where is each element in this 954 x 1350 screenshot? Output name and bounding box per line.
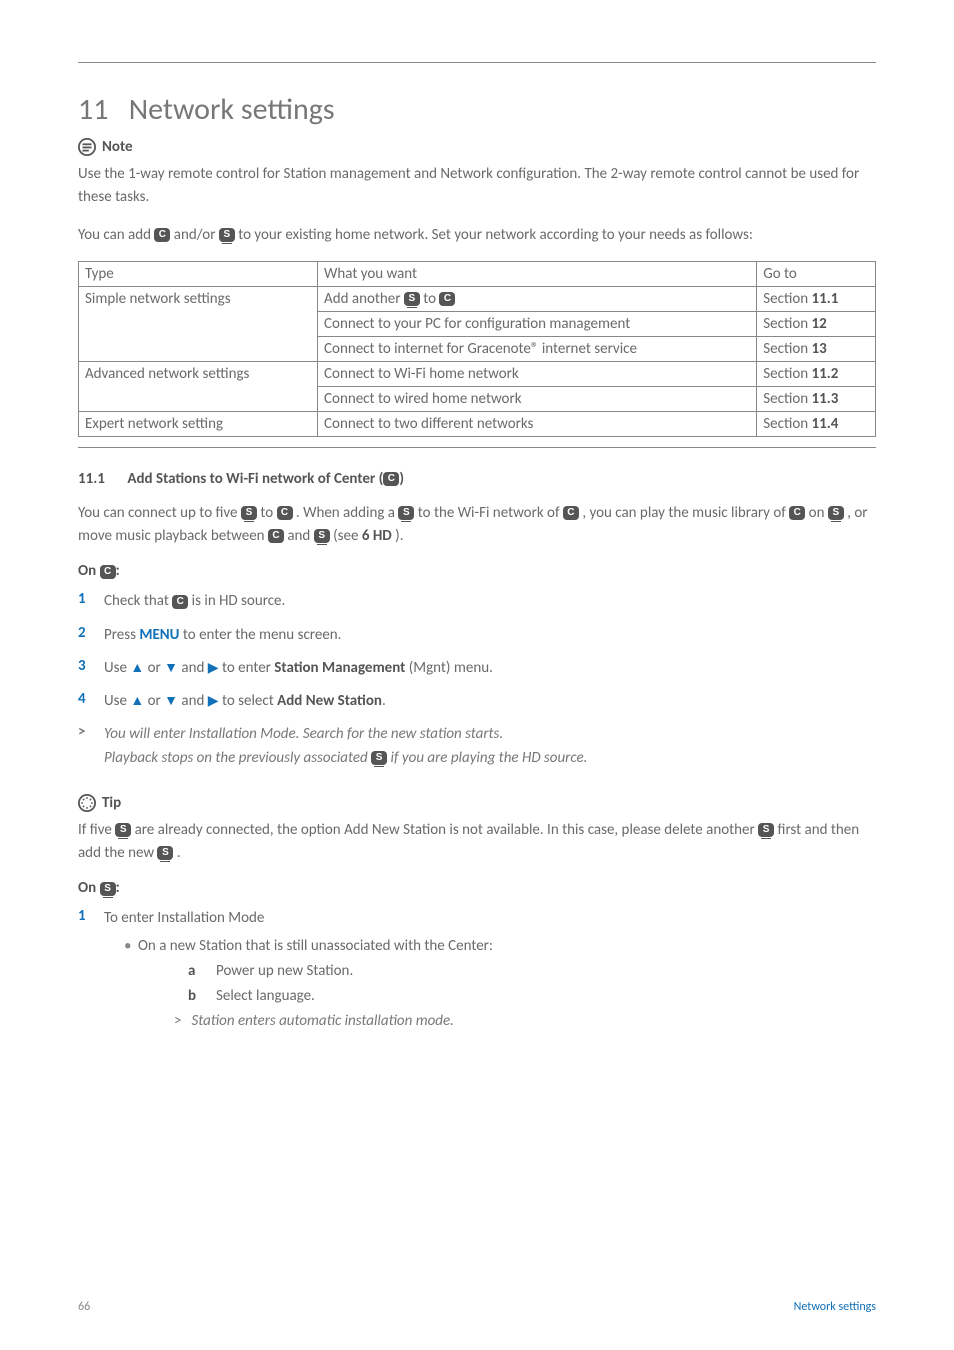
cell-what: Connect to two different networks xyxy=(318,411,757,436)
footer-section: Network settings xyxy=(794,1300,876,1314)
page-number: 66 xyxy=(78,1300,90,1314)
up-arrow-icon: ▲ xyxy=(130,659,144,676)
tip-label: Tip xyxy=(102,794,121,812)
result-marker: > xyxy=(78,723,90,741)
table-row: Type What you want Go to xyxy=(79,261,876,286)
tip-heading: Tip xyxy=(78,794,121,812)
chapter-title: 11 Network settings xyxy=(78,91,876,128)
sub-bullet-list: On a new Station that is still unassocia… xyxy=(104,935,876,1034)
note-text-2c: to your existing home network. Set your … xyxy=(238,226,753,244)
list-item: 2 Press MENU to enter the menu screen. xyxy=(78,624,876,647)
right-arrow-icon: ▶ xyxy=(208,659,219,676)
center-badge-icon: C xyxy=(563,506,579,520)
station-badge-icon: S xyxy=(219,228,235,242)
station-badge-icon: S xyxy=(371,751,387,765)
step-number: 3 xyxy=(78,657,90,675)
table-row: Simple network settings Add another S to… xyxy=(79,286,876,311)
th-type: Type xyxy=(79,261,318,286)
center-badge-icon: C xyxy=(100,565,116,579)
up-arrow-icon: ▲ xyxy=(130,692,144,709)
station-badge-icon: S xyxy=(398,506,414,520)
on-c-label: On C: xyxy=(78,562,876,580)
center-badge-icon: C xyxy=(277,506,293,520)
page-footer: 66 Network settings xyxy=(78,1300,876,1314)
chapter-title-text: Network settings xyxy=(129,91,335,128)
note-text-1: Use the 1-way remote control for Station… xyxy=(78,163,876,210)
step-number: 1 xyxy=(78,907,90,925)
center-badge-icon: C xyxy=(789,506,805,520)
center-badge-icon: C xyxy=(172,595,188,609)
station-badge-icon: S xyxy=(314,529,330,543)
cell-goto: Section 11.4 xyxy=(757,411,876,436)
station-badge-icon: S xyxy=(828,506,844,520)
note-heading: Note xyxy=(78,138,133,156)
cell-goto: Section 11.2 xyxy=(757,361,876,386)
list-item: On a new Station that is still unassocia… xyxy=(124,935,876,1034)
note-text-2b: and/or xyxy=(174,226,219,244)
note-text-2: You can add C and/or S to your existing … xyxy=(78,224,876,247)
right-arrow-icon: ▶ xyxy=(208,692,219,709)
cell-goto: Section 12 xyxy=(757,311,876,336)
section-11-1-intro: You can connect up to five S to C . When… xyxy=(78,502,876,549)
list-item: > You will enter Installation Mode. Sear… xyxy=(78,723,876,770)
letter-list: aPower up new Station. bSelect language. xyxy=(138,960,876,1009)
top-rule xyxy=(78,62,876,63)
table-rule xyxy=(78,447,876,448)
center-badge-icon: C xyxy=(154,228,170,242)
cell-what: Connect to wired home network xyxy=(318,386,757,411)
tip-text: If five S are already connected, the opt… xyxy=(78,819,876,866)
cell-type: Simple network settings xyxy=(79,286,318,361)
down-arrow-icon: ▼ xyxy=(164,692,178,709)
station-badge-icon: S xyxy=(115,823,131,837)
center-badge-icon: C xyxy=(268,529,284,543)
section-heading-11-1: 11.1 Add Stations to Wi-Fi network of Ce… xyxy=(78,470,876,488)
chapter-number: 11 xyxy=(78,91,122,128)
note-label: Note xyxy=(102,138,133,156)
list-item: 1 Check that C is in HD source. xyxy=(78,590,876,613)
list-item: 4 Use ▲ or ▼ and ▶ to select Add New Sta… xyxy=(78,690,876,713)
down-arrow-icon: ▼ xyxy=(164,659,178,676)
station-badge-icon: S xyxy=(758,823,774,837)
note-text-2a: You can add xyxy=(78,226,154,244)
cell-what: Add another S to C xyxy=(318,286,757,311)
center-badge-icon: C xyxy=(383,472,399,486)
on-s-label: On S: xyxy=(78,879,876,897)
on-s-steps: 1 To enter Installation Mode On a new St… xyxy=(78,907,876,1037)
list-item: bSelect language. xyxy=(174,985,876,1008)
station-badge-icon: S xyxy=(100,882,116,896)
note-icon xyxy=(78,138,96,156)
config-table: Type What you want Go to Simple network … xyxy=(78,261,876,437)
list-item: 1 To enter Installation Mode On a new St… xyxy=(78,907,876,1037)
on-c-steps: 1 Check that C is in HD source. 2 Press … xyxy=(78,590,876,770)
station-badge-icon: S xyxy=(157,846,173,860)
cell-goto: Section 11.1 xyxy=(757,286,876,311)
tip-icon xyxy=(78,794,96,812)
station-badge-icon: S xyxy=(241,506,257,520)
step-number: 2 xyxy=(78,624,90,642)
table-row: Expert network setting Connect to two di… xyxy=(79,411,876,436)
cell-what: Connect to internet for Gracenote® inter… xyxy=(318,336,757,361)
cell-what: Connect to your PC for configuration man… xyxy=(318,311,757,336)
th-goto: Go to xyxy=(757,261,876,286)
list-item: 3 Use ▲ or ▼ and ▶ to enter Station Mana… xyxy=(78,657,876,680)
station-badge-icon: S xyxy=(404,292,420,306)
cell-goto: Section 11.3 xyxy=(757,386,876,411)
cell-type: Advanced network settings xyxy=(79,361,318,411)
table-row: Advanced network settings Connect to Wi-… xyxy=(79,361,876,386)
cell-what: Connect to Wi-Fi home network xyxy=(318,361,757,386)
step-number: 1 xyxy=(78,590,90,608)
cell-type: Expert network setting xyxy=(79,411,318,436)
step-number: 4 xyxy=(78,690,90,708)
cell-goto: Section 13 xyxy=(757,336,876,361)
list-item: aPower up new Station. xyxy=(174,960,876,983)
center-badge-icon: C xyxy=(439,292,455,306)
th-what: What you want xyxy=(318,261,757,286)
result-line: > Station enters automatic installation … xyxy=(138,1010,876,1033)
